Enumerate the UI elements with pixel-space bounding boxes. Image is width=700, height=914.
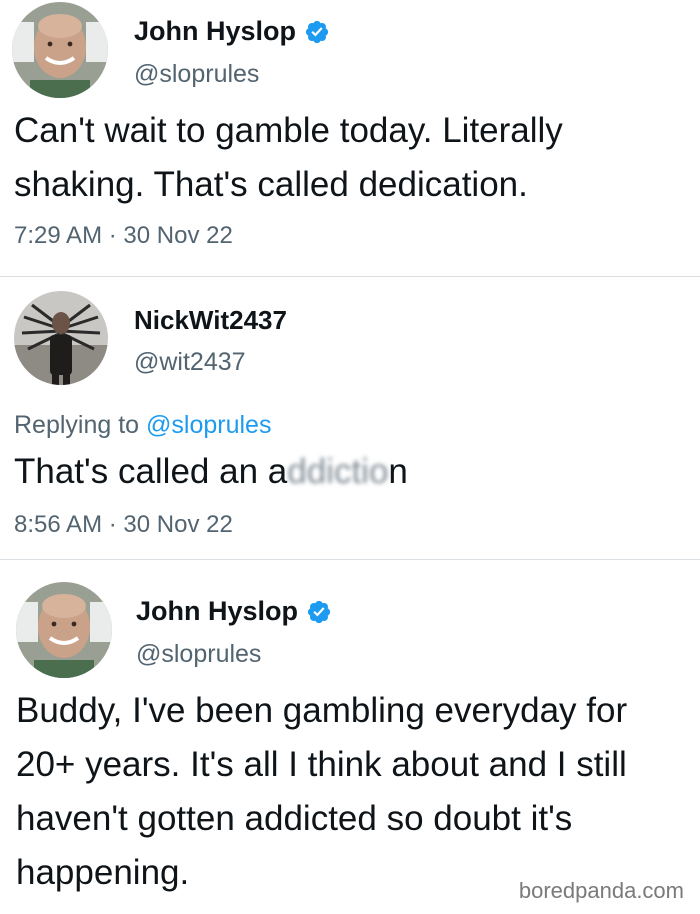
author-name[interactable]: John Hyslop	[134, 16, 296, 47]
timestamp-separator: ·	[108, 222, 117, 249]
author-handle[interactable]: @sloprules	[136, 640, 261, 669]
watermark: boredpanda.com	[518, 878, 684, 903]
author-handle[interactable]: @sloprules	[134, 60, 259, 89]
tweet-1: John Hyslop @sloprules Can't wait to gam…	[0, 0, 700, 276]
avatar-photo-icon	[12, 2, 108, 98]
author-name[interactable]: John Hyslop	[136, 596, 298, 627]
tweet-timestamp[interactable]: 8:56 AM · 30 Nov 22	[14, 511, 233, 539]
tweet-text-start: That's called an a	[14, 452, 288, 491]
author-handle[interactable]: @wit2437	[134, 348, 246, 377]
tweet-text: Can't wait to gamble today. Literally sh…	[14, 111, 563, 204]
tweet-2: NickWit2437 @wit2437 Replying to @slopru…	[0, 277, 700, 559]
replying-prefix: Replying to	[14, 411, 140, 439]
tweet-text-end: n	[388, 452, 408, 491]
tweet-text: Buddy, I've been gambling everyday for 2…	[16, 691, 628, 892]
avatar-photo-icon	[14, 291, 108, 385]
tweet-date: 30 Nov 22	[123, 511, 233, 538]
avatar-photo-icon	[16, 582, 112, 678]
tweet-time: 8:56 AM	[14, 511, 103, 538]
tweet-text-censored: ddictio	[287, 452, 389, 491]
tweet-text: That's called an addiction	[14, 445, 694, 499]
replying-mention-link[interactable]: @sloprules	[146, 411, 271, 439]
tweet-time: 7:29 AM	[14, 222, 103, 249]
tweet-date: 30 Nov 22	[123, 222, 233, 249]
tweet-3: John Hyslop @sloprules Buddy, I've been …	[0, 560, 700, 914]
verified-badge-icon	[307, 600, 331, 623]
author-name[interactable]: NickWit2437	[134, 305, 287, 336]
verified-badge-icon	[305, 20, 329, 43]
replying-to: Replying to @sloprules	[14, 411, 271, 440]
avatar-john-hyslop[interactable]	[16, 582, 112, 678]
tweet-timestamp[interactable]: 7:29 AM · 30 Nov 22	[14, 222, 233, 250]
timestamp-separator: ·	[108, 511, 117, 538]
avatar-john-hyslop[interactable]	[12, 2, 108, 98]
avatar-nickwit[interactable]	[14, 291, 108, 385]
